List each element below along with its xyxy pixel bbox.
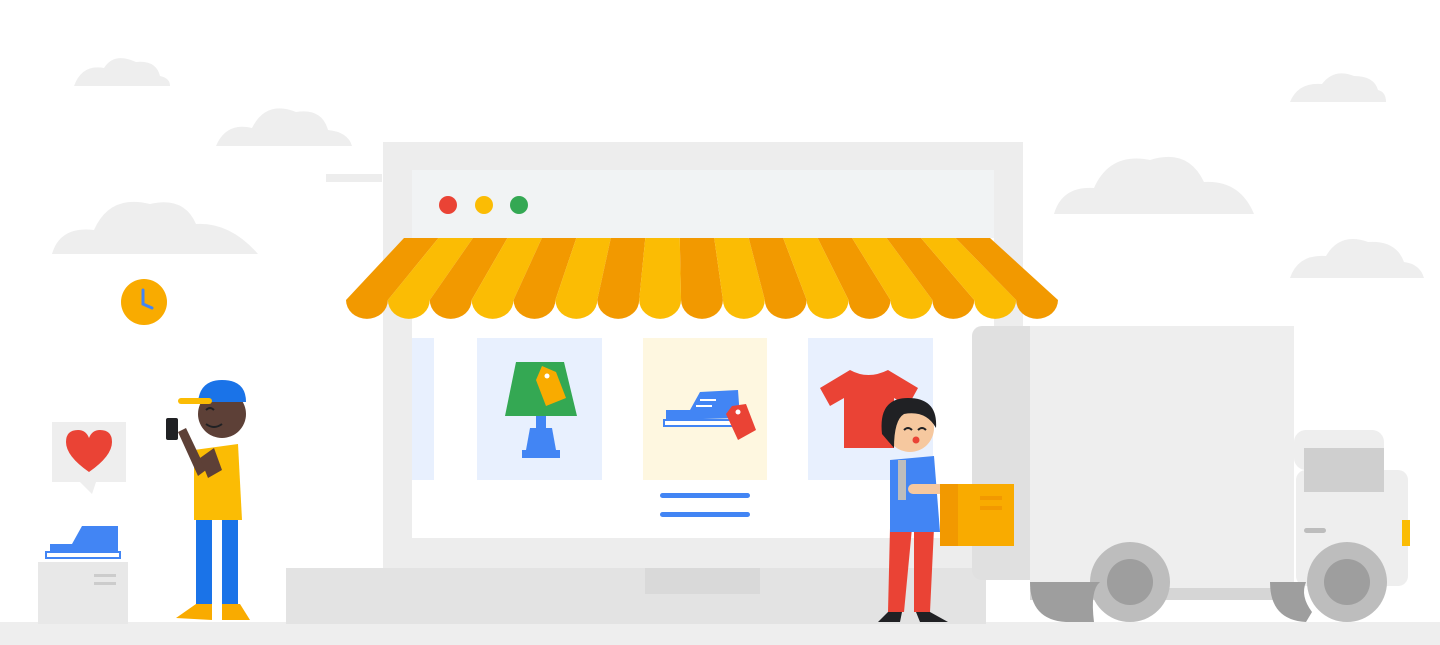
ground xyxy=(0,622,1440,645)
cloud xyxy=(216,108,352,146)
cloud xyxy=(1290,73,1386,102)
product-card-partial xyxy=(412,338,434,480)
clock-icon xyxy=(121,279,167,325)
window-dot-yellow xyxy=(475,196,493,214)
like-bubble xyxy=(52,422,126,494)
window-dot-red xyxy=(439,196,457,214)
awning-stripe xyxy=(639,238,682,300)
laptop-trackpad xyxy=(645,568,760,594)
package-box xyxy=(940,484,1014,546)
shop-awning xyxy=(346,238,1058,319)
description-line xyxy=(660,512,750,517)
window-dot-green xyxy=(510,196,528,214)
description-line xyxy=(660,493,750,498)
speed-line xyxy=(326,174,382,182)
sneaker-icon xyxy=(45,526,121,559)
delivery-truck xyxy=(972,326,1410,622)
awning-scallop xyxy=(346,300,388,319)
truck-wheel xyxy=(1307,542,1387,622)
cloud xyxy=(74,58,170,86)
pedestal xyxy=(38,526,128,624)
browser-bar xyxy=(412,170,994,238)
cloud xyxy=(1290,239,1424,278)
cloud xyxy=(52,201,258,254)
shopper-character xyxy=(166,380,250,620)
laptop-base xyxy=(286,568,986,624)
online-shop-illustration xyxy=(0,58,1440,645)
cloud xyxy=(1054,156,1254,214)
product-card-sneaker xyxy=(643,338,767,480)
truck-wheel xyxy=(1090,542,1170,622)
product-card-lamp xyxy=(477,338,602,480)
